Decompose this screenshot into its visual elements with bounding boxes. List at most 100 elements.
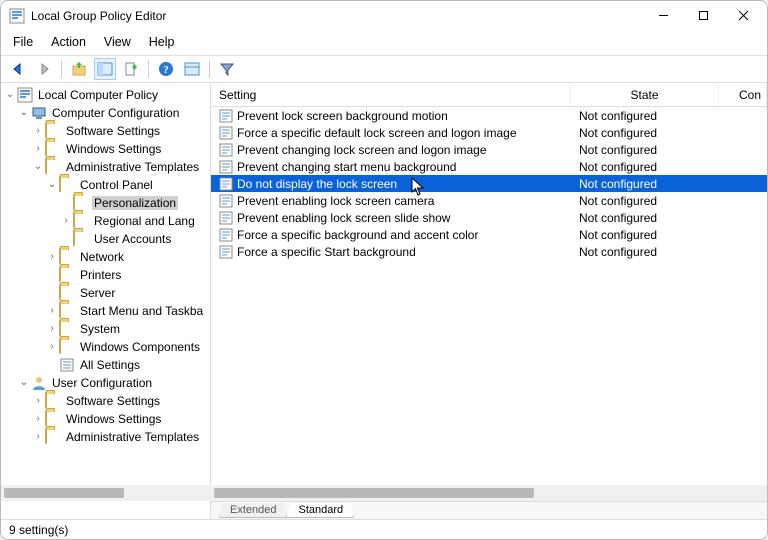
list-horizontal-scrollbar[interactable] <box>211 485 767 501</box>
tree-node-label: Control Panel <box>78 178 155 192</box>
tree-node-label: Regional and Lang <box>92 214 197 228</box>
column-state[interactable]: State <box>571 84 719 106</box>
settings-row[interactable]: Do not display the lock screen Not confi… <box>211 175 767 192</box>
tab-standard[interactable]: Standard <box>287 503 354 518</box>
setting-name: Prevent lock screen background motion <box>237 109 448 123</box>
twisty-icon[interactable]: › <box>31 144 45 154</box>
show-hide-tree-button[interactable] <box>94 58 116 80</box>
twisty-icon[interactable]: ⌄ <box>17 378 31 388</box>
tree-node[interactable]: All Settings <box>1 356 210 374</box>
maximize-button[interactable] <box>683 2 723 30</box>
up-button[interactable] <box>68 58 90 80</box>
settings-row[interactable]: Prevent enabling lock screen camera Not … <box>211 192 767 209</box>
toolbar-separator <box>209 60 210 78</box>
twisty-icon[interactable]: ⌄ <box>3 90 17 100</box>
body: ⌄ Local Computer Policy ⌄ Computer Confi… <box>1 83 767 519</box>
tree-node[interactable]: › Start Menu and Taskba <box>1 302 210 320</box>
setting-state: Not configured <box>579 126 657 140</box>
settings-row[interactable]: Prevent changing lock screen and logon i… <box>211 141 767 158</box>
tree-pane[interactable]: ⌄ Local Computer Policy ⌄ Computer Confi… <box>1 84 211 519</box>
help-button[interactable]: ? <box>155 58 177 80</box>
menu-view[interactable]: View <box>102 33 133 51</box>
tree-node[interactable]: › System <box>1 320 210 338</box>
tree-node[interactable]: User Accounts <box>1 230 210 248</box>
twisty-icon[interactable]: › <box>45 342 59 352</box>
twisty-icon[interactable]: › <box>31 414 45 424</box>
settings-row[interactable]: Force a specific default lock screen and… <box>211 124 767 141</box>
tree-node[interactable]: ⌄ Computer Configuration <box>1 104 210 122</box>
settings-row[interactable]: Prevent enabling lock screen slide show … <box>211 209 767 226</box>
close-button[interactable] <box>723 2 763 30</box>
settings-row[interactable]: Force a specific Start background Not co… <box>211 243 767 260</box>
tree-node[interactable]: ⌄ Administrative Templates <box>1 158 210 176</box>
tab-extended[interactable]: Extended <box>219 503 287 518</box>
policy-icon <box>219 126 233 140</box>
settings-row[interactable]: Prevent changing start menu background N… <box>211 158 767 175</box>
twisty-icon[interactable]: › <box>31 432 45 442</box>
twisty-icon[interactable]: › <box>59 216 73 226</box>
titlebar: Local Group Policy Editor <box>1 1 767 31</box>
twisty-icon[interactable]: › <box>31 396 45 406</box>
twisty-icon[interactable]: ⌄ <box>17 108 31 118</box>
tree-node-label: Local Computer Policy <box>36 88 160 102</box>
tree-node[interactable]: ⌄ User Configuration <box>1 374 210 392</box>
settings-row[interactable]: Prevent lock screen background motion No… <box>211 107 767 124</box>
tree-node[interactable]: › Network <box>1 248 210 266</box>
tree-node-label: All Settings <box>78 358 142 372</box>
tree-node-label: User Configuration <box>50 376 154 390</box>
setting-name: Do not display the lock screen <box>237 177 397 191</box>
tree-node[interactable]: › Software Settings <box>1 392 210 410</box>
twisty-icon[interactable]: ⌄ <box>45 180 59 190</box>
policy-icon <box>219 228 233 242</box>
column-headers: Setting State Con <box>211 84 767 107</box>
settings-rows[interactable]: Prevent lock screen background motion No… <box>211 107 767 485</box>
tree-root[interactable]: ⌄ Local Computer Policy <box>1 86 210 104</box>
column-setting[interactable]: Setting <box>211 84 571 106</box>
tree-node-label: Software Settings <box>64 124 162 138</box>
back-button[interactable] <box>7 58 29 80</box>
menu-help[interactable]: Help <box>147 33 177 51</box>
tree-horizontal-scrollbar[interactable] <box>1 485 211 501</box>
toolbar-separator <box>61 60 62 78</box>
tree-node-label: Printers <box>78 268 123 282</box>
tree-node-label: Administrative Templates <box>64 430 201 444</box>
tree-node[interactable]: › Regional and Lang <box>1 212 210 230</box>
twisty-icon[interactable]: › <box>45 252 59 262</box>
properties-button[interactable] <box>181 58 203 80</box>
tree-node[interactable]: › Windows Settings <box>1 410 210 428</box>
status-bar: 9 setting(s) <box>1 519 767 539</box>
export-button[interactable] <box>120 58 142 80</box>
tree-node-label: Start Menu and Taskba <box>78 304 205 318</box>
twisty-icon[interactable]: ⌄ <box>31 162 45 172</box>
menu-file[interactable]: File <box>11 33 35 51</box>
tree-node[interactable]: Printers <box>1 266 210 284</box>
setting-name: Force a specific Start background <box>237 245 416 259</box>
forward-button[interactable] <box>33 58 55 80</box>
settings-row[interactable]: Force a specific background and accent c… <box>211 226 767 243</box>
setting-name: Prevent enabling lock screen camera <box>237 194 434 208</box>
tree-node[interactable]: › Software Settings <box>1 122 210 140</box>
tree-node-label: Server <box>78 286 117 300</box>
tree-node[interactable]: › Administrative Templates <box>1 428 210 446</box>
policy-icon <box>219 245 233 259</box>
twisty-icon[interactable]: › <box>45 306 59 316</box>
tree-node[interactable]: Personalization <box>1 194 210 212</box>
tree-node-label: Windows Components <box>78 340 202 354</box>
twisty-icon[interactable]: › <box>31 126 45 136</box>
tree-node-label: Computer Configuration <box>50 106 181 120</box>
app-icon <box>9 8 25 24</box>
tree-node[interactable]: › Windows Components <box>1 338 210 356</box>
twisty-icon[interactable]: › <box>45 324 59 334</box>
view-tabs: Extended Standard <box>211 501 767 519</box>
menu-action[interactable]: Action <box>49 33 88 51</box>
setting-state: Not configured <box>579 228 657 242</box>
tree-node[interactable]: Server <box>1 284 210 302</box>
column-comment[interactable]: Con <box>719 84 767 106</box>
svg-text:?: ? <box>163 64 169 76</box>
minimize-button[interactable] <box>643 2 683 30</box>
tree-node[interactable]: ⌄ Control Panel <box>1 176 210 194</box>
tree-node-label: User Accounts <box>92 232 173 246</box>
tree-node-label: Administrative Templates <box>64 160 201 174</box>
tree-node[interactable]: › Windows Settings <box>1 140 210 158</box>
filter-button[interactable] <box>216 58 238 80</box>
